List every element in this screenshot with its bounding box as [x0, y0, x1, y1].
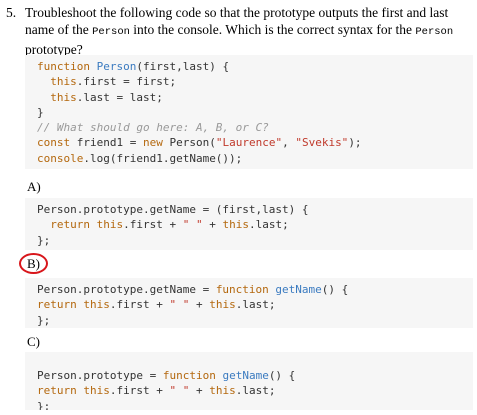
code-line: Person.prototype.getName = function getN… [37, 282, 473, 297]
code-token: + [189, 384, 210, 398]
code-token: ); [348, 136, 362, 150]
code-token: this [83, 384, 110, 398]
code-line: }; [37, 399, 473, 410]
code-line: }; [37, 313, 473, 328]
code-token: , [282, 136, 296, 150]
code-token: Person.prototype = [37, 369, 163, 382]
option-a-code-block: Person.prototype.getName = (first,last) … [25, 198, 473, 250]
code-token: // What should go here: A, B, or C? [37, 121, 269, 135]
inline-code-person-1: Person [92, 26, 130, 38]
code-token: .first + [123, 218, 183, 232]
code-token: .log(friend1.getName()); [83, 151, 243, 165]
code-line: const friend1 = new Person("Laurence", "… [37, 135, 473, 150]
code-token: + [189, 298, 210, 312]
code-token: this [83, 298, 110, 312]
code-token: }; [37, 399, 51, 410]
code-token: Person [96, 60, 137, 73]
code-token: + [202, 218, 223, 232]
option-c-label: C) [27, 334, 40, 349]
code-token: .last; [248, 218, 289, 232]
code-token: getName [222, 369, 269, 382]
code-token: getName [275, 283, 322, 296]
code-token: .last = last; [76, 90, 163, 104]
code-token: return [37, 384, 84, 398]
code-line: this.first = first; [37, 74, 473, 89]
code-token: (first,last) { [136, 60, 230, 73]
code-token: function [215, 283, 276, 296]
answer-circle-annotation [19, 253, 48, 274]
code-token: function [162, 369, 223, 382]
code-token: }; [37, 313, 51, 327]
code-token: Person( [169, 136, 216, 150]
code-token: this [96, 218, 124, 232]
question-number: 5. [6, 5, 17, 20]
code-token: }; [37, 233, 51, 247]
code-line: // What should go here: A, B, or C? [37, 120, 473, 135]
code-token: friend1 = [76, 136, 143, 150]
code-token: "Laurence" [215, 136, 283, 150]
code-token: console [37, 151, 84, 165]
code-line: return this.first + " " + this.last; [37, 297, 473, 312]
code-token: const [37, 136, 77, 150]
code-token: this [222, 218, 249, 232]
code-line: return this.first + " " + this.last; [37, 383, 473, 398]
code-token: Person.prototype.getName = [37, 283, 216, 296]
code-token: Person.prototype.getName = (first,last) … [37, 203, 309, 216]
code-token: .first = first; [76, 75, 177, 89]
inline-code-person-2: Person [415, 26, 454, 38]
code-token: return [50, 218, 97, 232]
code-line: Person.prototype = function getName() { [37, 368, 473, 383]
code-token: .first + [109, 384, 170, 398]
main-code-block: function Person(first,last) { this.first… [25, 55, 473, 169]
code-token: this [50, 75, 77, 89]
option-a-label: A) [27, 179, 41, 194]
code-token: " " [169, 298, 190, 312]
code-token: " " [182, 218, 203, 232]
question-text-part2: into the console. Which is the correct s… [129, 22, 416, 37]
code-line: } [37, 105, 473, 120]
code-token: .last; [235, 384, 276, 398]
code-token: new [142, 136, 170, 150]
code-token: this [50, 90, 77, 104]
code-token: () { [321, 283, 349, 296]
code-line: return this.first + " " + this.last; [37, 217, 473, 232]
code-token: .last; [235, 298, 276, 312]
code-line: }; [37, 233, 473, 248]
code-token: () { [268, 369, 296, 382]
code-line: console.log(friend1.getName()); [37, 151, 473, 166]
code-token: "Svekis" [295, 136, 349, 150]
code-token: function [37, 60, 97, 73]
code-token: this [209, 384, 236, 398]
code-line: this.last = last; [37, 90, 473, 105]
code-token: this [209, 298, 236, 312]
code-token: .first + [109, 298, 170, 312]
code-token: return [37, 298, 84, 312]
code-token: " " [169, 384, 190, 398]
code-token: } [37, 105, 44, 119]
option-c-code-block: Person.prototype = function getName() {r… [25, 352, 473, 410]
question-text: Troubleshoot the following code so that … [25, 4, 473, 58]
code-line: function Person(first,last) { [37, 59, 473, 74]
code-line: Person.prototype.getName = (first,last) … [37, 202, 473, 217]
option-b-code-block: Person.prototype.getName = function getN… [25, 278, 473, 328]
